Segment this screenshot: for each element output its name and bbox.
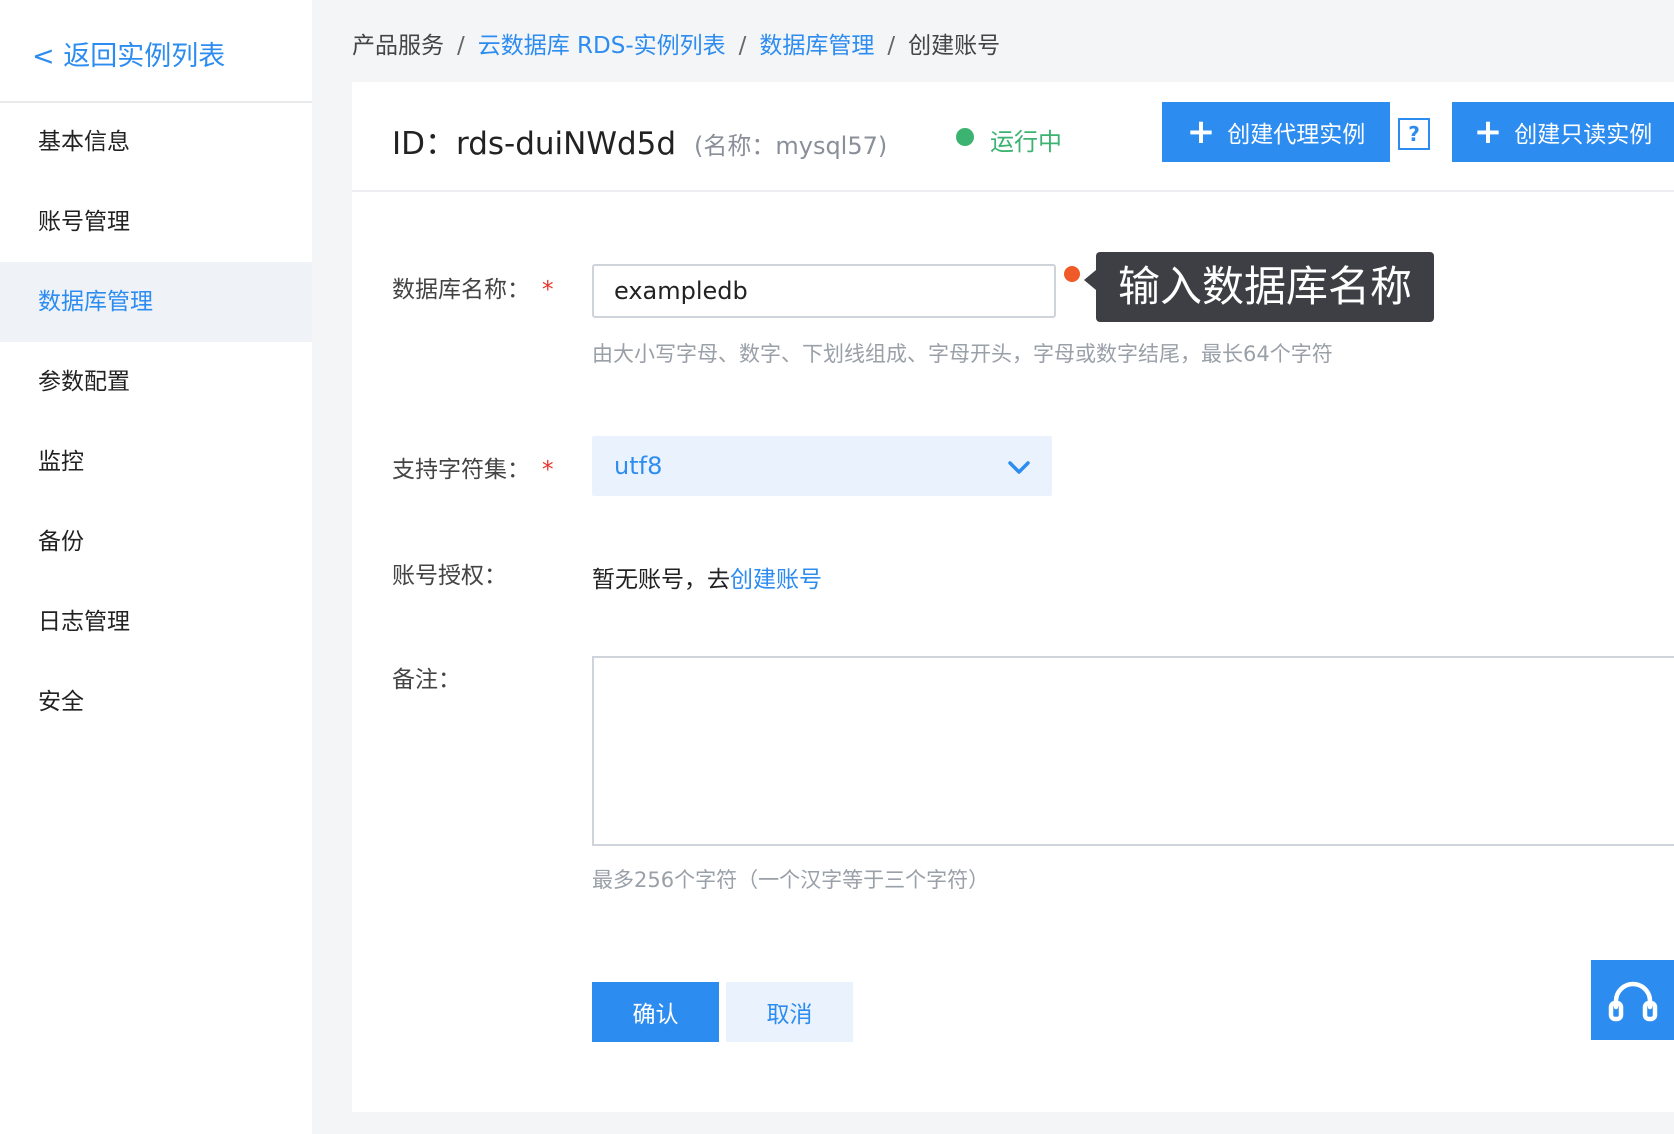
sidebar-item-parameter-config[interactable]: 参数配置 (0, 342, 312, 422)
app-root: < 返回实例列表 基本信息 账号管理 数据库管理 参数配置 监控 备份 日志管理… (0, 0, 1674, 1134)
create-account-link[interactable]: 创建账号 (730, 567, 822, 593)
db-name-tooltip: 输入数据库名称 (1083, 252, 1435, 322)
cancel-button[interactable]: 取消 (726, 982, 853, 1042)
sidebar-item-database-management[interactable]: 数据库管理 (0, 262, 312, 342)
status-indicator-icon (956, 128, 974, 146)
back-to-instance-list-link[interactable]: < 返回实例列表 (32, 34, 225, 73)
remark-textarea[interactable] (592, 656, 1674, 846)
sidebar-item-monitoring[interactable]: 监控 (0, 422, 312, 502)
account-auth-label: 账号授权： (392, 563, 507, 589)
db-name-label-text: 数据库名称： (392, 277, 530, 303)
sidebar-item-backup[interactable]: 备份 (0, 502, 312, 582)
main-card: ID：rds-duiNWd5d (名称：mysql57) 运行中 + 创建代理实… (352, 82, 1674, 1112)
remark-hint: 最多256个字符（一个汉字等于三个字符） (592, 868, 990, 892)
instance-id: ID：rds-duiNWd5d (392, 126, 677, 162)
instance-header: ID：rds-duiNWd5d (名称：mysql57) 运行中 + 创建代理实… (352, 82, 1674, 192)
breadcrumb-current: 创建账号 (908, 33, 1001, 59)
sidebar: < 返回实例列表 基本信息 账号管理 数据库管理 参数配置 监控 备份 日志管理… (0, 0, 312, 1134)
confirm-button[interactable]: 确认 (592, 982, 719, 1042)
breadcrumb-instance-list-link[interactable]: 云数据库 RDS-实例列表 (478, 33, 726, 59)
remark-label: 备注： (392, 667, 461, 693)
create-proxy-instance-button[interactable]: + 创建代理实例 (1162, 102, 1390, 162)
required-mark: * (542, 277, 554, 303)
headset-icon (1608, 981, 1657, 1022)
chevron-down-icon (1008, 461, 1030, 474)
db-name-label: 数据库名称： * (392, 270, 554, 304)
charset-selected-value: utf8 (614, 452, 663, 480)
charset-select[interactable]: utf8 (592, 436, 1052, 496)
status-text: 运行中 (990, 128, 1062, 156)
breadcrumb-root: 产品服务 (352, 33, 444, 59)
help-icon[interactable]: ? (1398, 118, 1430, 150)
instance-name: (名称：mysql57) (694, 132, 888, 160)
plus-icon: + (1186, 112, 1216, 152)
customer-support-button[interactable] (1591, 960, 1674, 1040)
account-auth-message: 暂无账号，去 (592, 567, 730, 593)
sidebar-item-security[interactable]: 安全 (0, 662, 312, 742)
plus-icon: + (1473, 112, 1503, 152)
breadcrumb-separator: / (738, 33, 747, 59)
create-readonly-instance-button[interactable]: + 创建只读实例 (1452, 102, 1674, 162)
required-mark: * (542, 457, 554, 483)
db-name-input[interactable] (592, 264, 1056, 318)
db-name-hint: 由大小写字母、数字、下划线组成、字母开头，字母或数字结尾，最长64个字符 (592, 342, 1333, 366)
charset-label: 支持字符集： * (392, 450, 554, 484)
create-proxy-instance-label: 创建代理实例 (1227, 122, 1366, 148)
account-auth-text: 暂无账号，去创建账号 (592, 560, 822, 594)
breadcrumb-db-manage-link[interactable]: 数据库管理 (759, 33, 874, 59)
sidebar-item-account-management[interactable]: 账号管理 (0, 182, 312, 262)
sidebar-item-basic-info[interactable]: 基本信息 (0, 102, 312, 182)
breadcrumb-separator: / (887, 33, 896, 59)
sidebar-item-log-management[interactable]: 日志管理 (0, 582, 312, 662)
validation-error-icon (1064, 266, 1080, 282)
charset-label-text: 支持字符集： (392, 457, 530, 483)
breadcrumb: 产品服务 / 云数据库 RDS-实例列表 / 数据库管理 / 创建账号 (352, 26, 1000, 60)
create-readonly-instance-label: 创建只读实例 (1514, 122, 1653, 148)
breadcrumb-separator: / (457, 33, 465, 59)
